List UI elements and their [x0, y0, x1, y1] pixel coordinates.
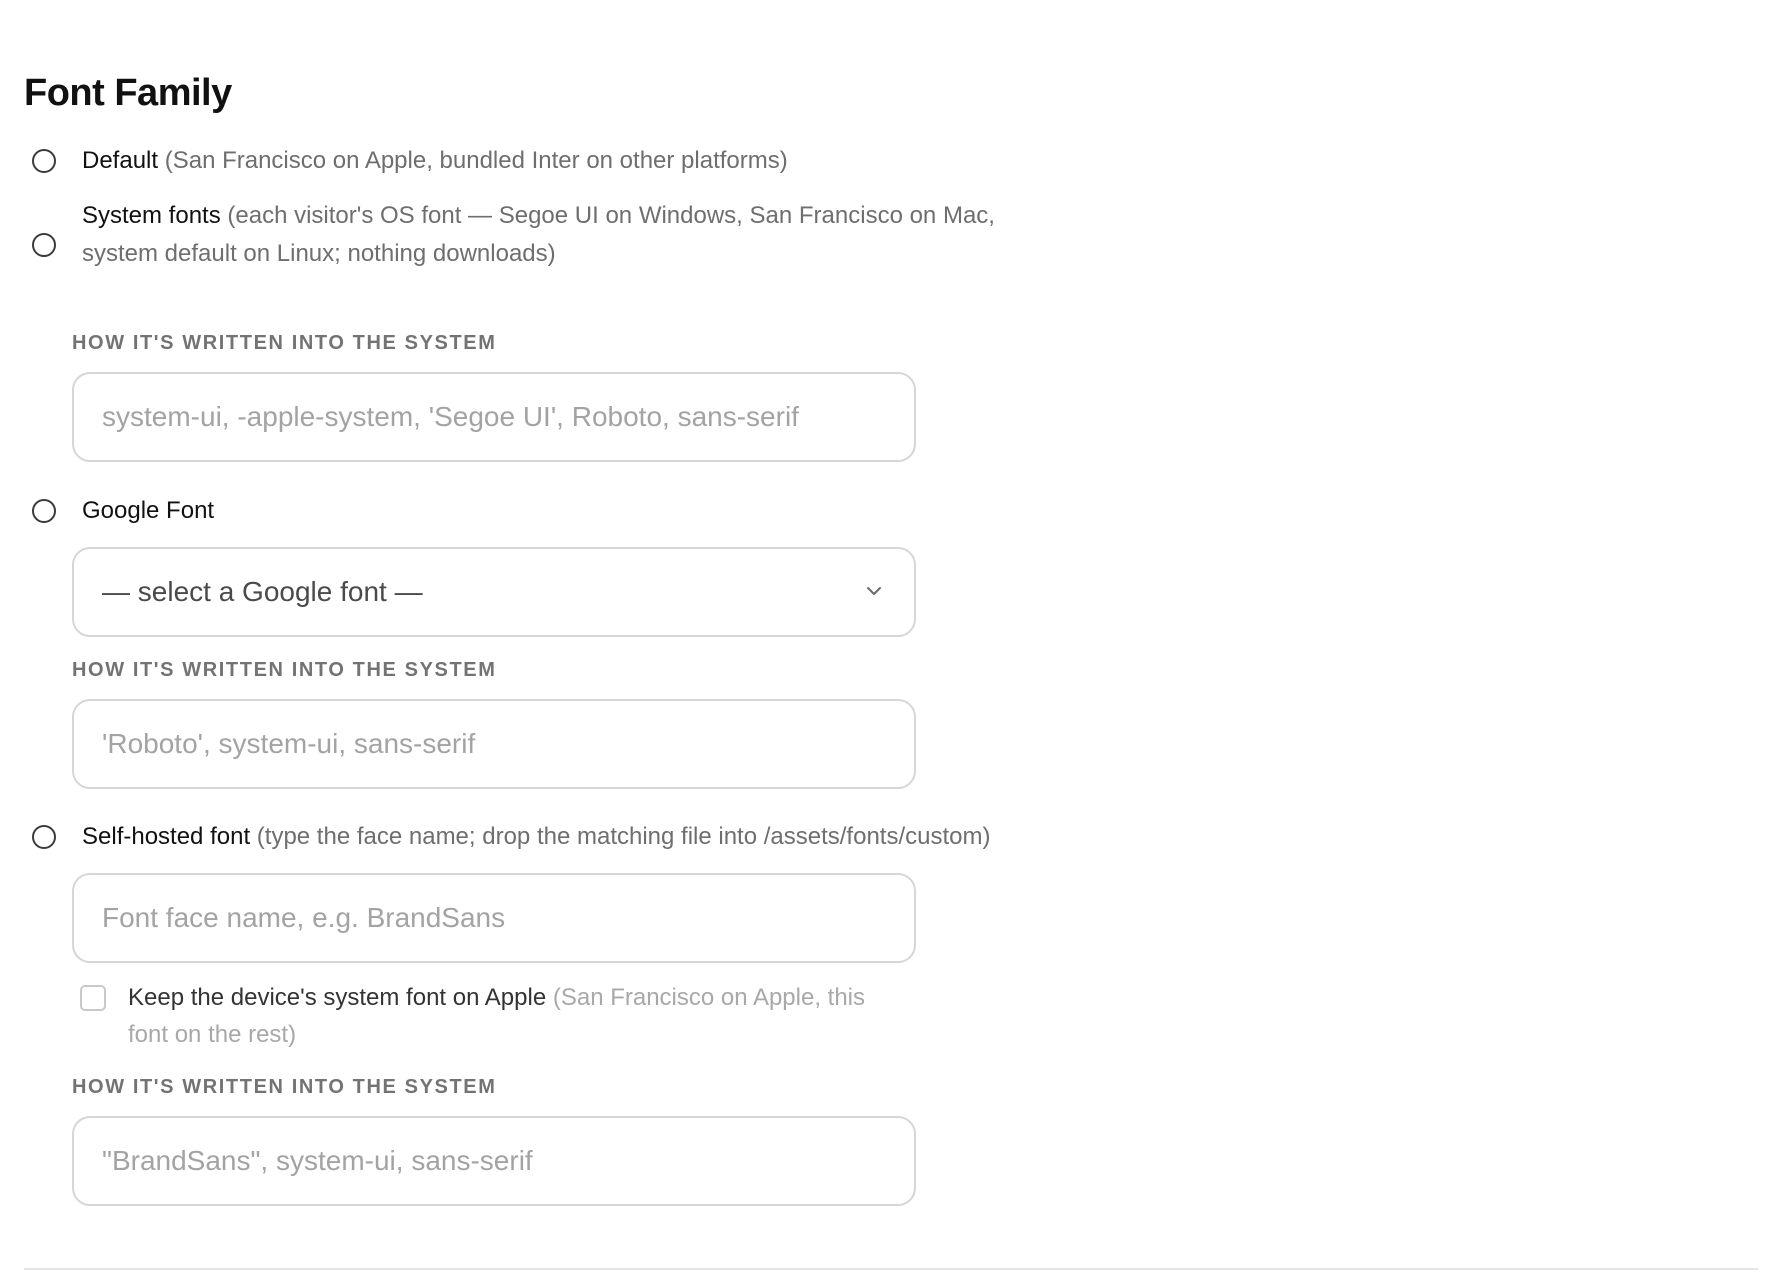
option-self-hosted-label: Self-hosted font: [82, 823, 251, 850]
self-hosted-written-label: HOW IT'S WRITTEN INTO THE SYSTEM: [72, 1076, 497, 1098]
option-default-description: (San Francisco on Apple, bundled Inter o…: [164, 147, 788, 174]
option-google-text: Google Font: [82, 492, 1052, 530]
option-default-label: Default: [82, 147, 159, 174]
system-font-stack-input[interactable]: [72, 372, 916, 462]
option-system-text: System fonts (each visitor's OS font — S…: [82, 197, 1052, 273]
keep-system-font-checkbox[interactable]: [80, 985, 106, 1011]
option-self-hosted-description: (type the face name; drop the matching f…: [256, 823, 991, 850]
option-default-text: Default (San Francisco on Apple, bundled…: [82, 142, 1052, 180]
keep-system-font-text: Keep the device's system font on Apple (…: [128, 979, 908, 1053]
google-written-label: HOW IT'S WRITTEN INTO THE SYSTEM: [72, 659, 497, 681]
self-hosted-radio[interactable]: [32, 825, 56, 849]
option-system-label: System fonts: [82, 202, 221, 229]
google-font-select-value: — select a Google font —: [102, 576, 423, 607]
system-written-label: HOW IT'S WRITTEN INTO THE SYSTEM: [72, 332, 497, 354]
google-font-stack-input[interactable]: [72, 699, 916, 789]
chevron-down-icon: [867, 587, 881, 595]
google-font-select[interactable]: — select a Google font —: [72, 547, 916, 637]
font-face-name-input[interactable]: [72, 873, 916, 963]
google-font-radio[interactable]: [32, 499, 56, 523]
self-hosted-font-stack-input[interactable]: [72, 1116, 916, 1206]
option-google-label: Google Font: [82, 497, 215, 524]
keep-system-font-label: Keep the device's system font on Apple: [128, 984, 547, 1011]
system-fonts-radio[interactable]: [32, 233, 56, 257]
section-divider: [24, 1268, 1758, 1270]
default-radio[interactable]: [32, 149, 56, 173]
section-title: Font Family: [24, 72, 232, 114]
option-self-hosted-text: Self-hosted font (type the face name; dr…: [82, 818, 1052, 856]
